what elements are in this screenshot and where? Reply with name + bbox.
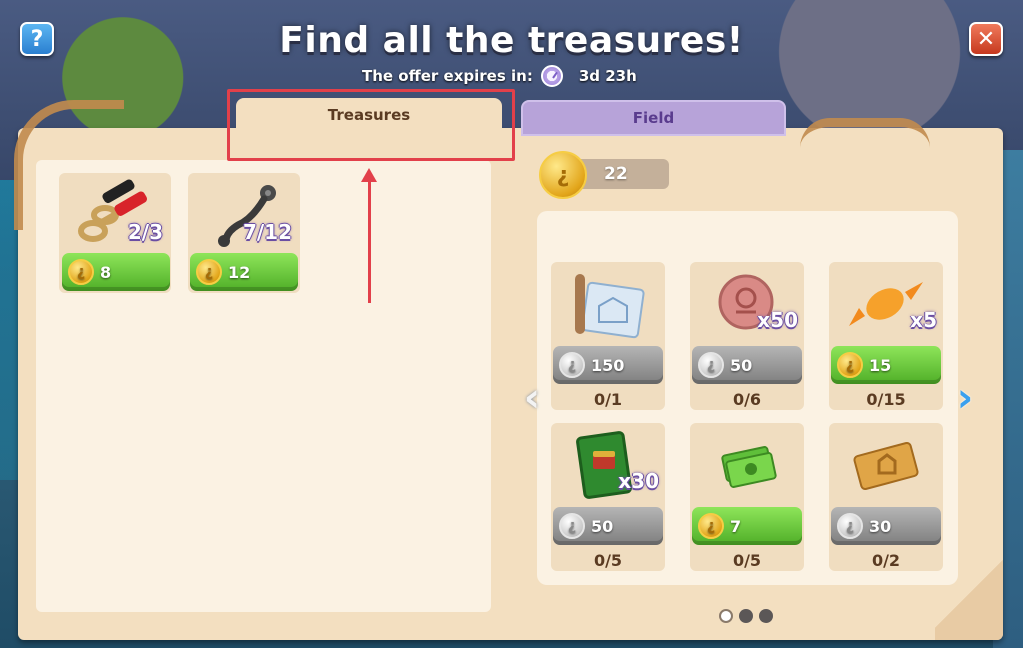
shop-item: ¿ 30 0/2 <box>829 423 943 571</box>
shop-item: x50 ¿ 50 0/6 <box>690 262 804 410</box>
page-curl-decoration <box>935 548 1003 640</box>
buy-treasure-button[interactable]: ¿ 8 <box>62 253 170 291</box>
previous-page-button[interactable]: ‹ <box>517 375 547 421</box>
ticket-icon <box>853 441 919 491</box>
rope-decoration-right <box>800 118 930 148</box>
cash-icon <box>721 446 777 488</box>
page-dot[interactable] <box>719 609 733 623</box>
price-label: 15 <box>869 355 892 375</box>
item-quantity: x30 <box>618 469 659 493</box>
price-label: 30 <box>869 516 892 536</box>
gold-coin-icon: ¿ <box>196 259 222 285</box>
page-indicator <box>719 609 773 623</box>
price-label: 7 <box>730 516 742 536</box>
tab-field[interactable]: Field <box>521 100 786 136</box>
item-progress: 0/5 <box>732 551 762 570</box>
treasure-card: 2/3 ¿ 8 <box>59 173 171 293</box>
treasure-count: 2/3 <box>127 220 163 244</box>
page-dot[interactable] <box>759 609 773 623</box>
item-progress: 0/2 <box>871 551 901 570</box>
buy-treasure-button[interactable]: ¿ 12 <box>190 253 298 291</box>
price-label: 12 <box>228 262 251 282</box>
buy-item-button[interactable]: ¿ 50 <box>553 507 663 545</box>
gold-coin-icon: ¿ <box>68 259 94 285</box>
item-progress: 0/6 <box>732 390 762 409</box>
price-label: 50 <box>591 516 614 536</box>
item-progress: 0/1 <box>593 390 623 409</box>
shop-item: ¿ 150 0/1 <box>551 262 665 410</box>
silver-coin-icon: ¿ <box>837 513 863 539</box>
shop-item: x5 ¿ 15 0/15 <box>829 262 943 410</box>
buy-item-button[interactable]: ¿ 150 <box>553 346 663 384</box>
offer-timer: The offer expires in: 3d 23h <box>362 65 637 87</box>
gold-coin-icon: ¿ <box>698 513 724 539</box>
expires-time: 3d 23h <box>578 67 637 85</box>
item-quantity: x50 <box>757 308 798 332</box>
buy-item-button[interactable]: ¿ 30 <box>831 507 941 545</box>
silver-coin-icon: ¿ <box>698 352 724 378</box>
price-label: 50 <box>730 355 753 375</box>
pointer-arrow <box>361 168 377 303</box>
item-quantity: x5 <box>910 308 937 332</box>
expires-label: The offer expires in: <box>362 67 533 85</box>
buy-item-button[interactable]: ¿ 50 <box>692 346 802 384</box>
silver-coin-icon: ¿ <box>559 513 585 539</box>
gold-coin-icon: ¿ <box>539 151 587 199</box>
treasure-count: 7/12 <box>242 220 292 244</box>
shop-item: x30 ¿ 50 0/5 <box>551 423 665 571</box>
silver-coin-icon: ¿ <box>559 352 585 378</box>
shop-item: ¿ 7 0/5 <box>690 423 804 571</box>
buy-item-button[interactable]: ¿ 7 <box>692 507 802 545</box>
clock-icon <box>540 65 563 87</box>
buy-item-button[interactable]: ¿ 15 <box>831 346 941 384</box>
item-progress: 0/15 <box>866 390 906 409</box>
blueprint-icon <box>575 274 645 339</box>
item-progress: 0/5 <box>593 551 623 570</box>
next-page-button[interactable]: › <box>950 375 980 421</box>
tab-highlight-box <box>227 89 515 161</box>
price-label: 8 <box>100 262 112 282</box>
page-dot[interactable] <box>739 609 753 623</box>
page-title: Find all the treasures! <box>279 20 744 61</box>
gold-coin-icon: ¿ <box>837 352 863 378</box>
treasure-card: 7/12 ¿ 12 <box>188 173 300 293</box>
price-label: 150 <box>591 355 625 375</box>
